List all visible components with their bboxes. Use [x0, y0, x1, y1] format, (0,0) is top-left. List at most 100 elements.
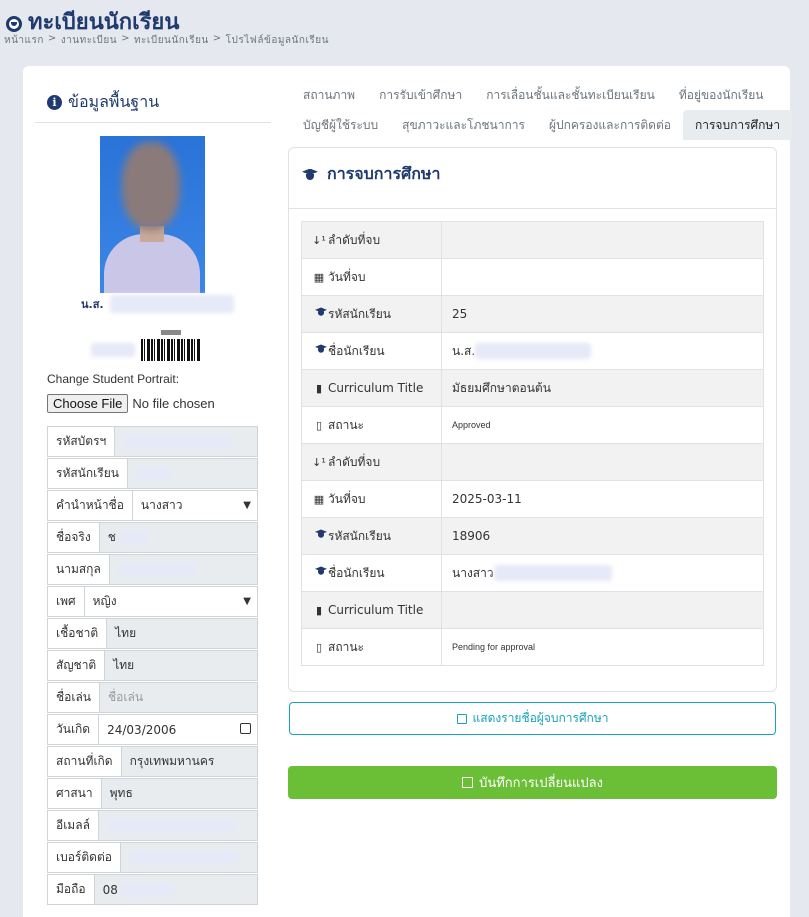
- redacted-value: [123, 434, 234, 449]
- user-icon: [6, 15, 22, 32]
- calendar-icon[interactable]: [240, 723, 251, 734]
- table-row: ↓¹ ลำดับที่จบ: [301, 443, 764, 481]
- student-id-input[interactable]: [126, 458, 258, 489]
- row-key: ▦ วันที่จบ: [301, 480, 442, 518]
- table-row: ↓¹ ลำดับที่จบ: [301, 221, 764, 259]
- show-graduates-button[interactable]: แสดงรายชื่อผู้จบการศึกษา: [289, 702, 776, 735]
- breadcrumb-registration[interactable]: งานทะเบียน: [61, 33, 117, 48]
- tab-guardians[interactable]: ผู้ปกครองและการติดต่อ: [537, 110, 683, 140]
- gender-select[interactable]: หญิง ▼: [83, 586, 258, 617]
- input-value: ไทย: [113, 658, 135, 672]
- table-row: รหัสนักเรียน 25: [301, 295, 764, 333]
- row-key: ชื่อนักเรียน: [301, 332, 442, 370]
- field-nationality: สัญชาติ ไทย: [47, 650, 258, 682]
- religion-input[interactable]: พุทธ: [100, 778, 258, 809]
- status-value: Approved: [441, 406, 764, 444]
- redacted-value: [117, 562, 196, 577]
- input-value: ไทย: [115, 626, 137, 640]
- chevron-down-icon: ▼: [243, 500, 251, 511]
- breadcrumb: หน้าแรก > งานทะเบียน > ทะเบียนนักเรียน >…: [4, 33, 329, 48]
- field-religion: ศาสนา พุทธ: [47, 778, 258, 810]
- last-name-input[interactable]: [108, 554, 258, 585]
- table-row: ชื่อนักเรียน น.ส.: [301, 332, 764, 370]
- ethnicity-input[interactable]: ไทย: [106, 618, 258, 649]
- key-label: ลำดับที่จบ: [328, 232, 381, 247]
- breadcrumb-students[interactable]: ทะเบียนนักเรียน: [134, 33, 209, 48]
- redacted-value: [117, 530, 148, 545]
- row-key: ▯ สถานะ: [301, 628, 442, 666]
- email-input[interactable]: [97, 810, 258, 841]
- field-label: นามสกุล: [47, 554, 109, 585]
- save-button[interactable]: บันทึกการเปลี่ยนแปลง: [288, 766, 777, 799]
- row-key: ▦ วันที่จบ: [301, 258, 442, 296]
- portrait-file-input[interactable]: Choose File No file chosen: [47, 394, 215, 413]
- breadcrumb-separator: >: [212, 33, 222, 44]
- divider: [35, 122, 271, 123]
- graduation-cap-icon: [301, 169, 319, 181]
- field-title-prefix: คำนำหน้าชื่อ นางสาว ▼: [47, 490, 258, 522]
- first-name-input[interactable]: ช: [98, 522, 258, 553]
- row-value: [441, 591, 764, 629]
- portrait-face-blurred: [122, 142, 180, 230]
- barcode-image: [141, 339, 201, 361]
- birthplace-input[interactable]: กรุงเทพมหานคร: [120, 746, 258, 777]
- mobile-input[interactable]: 08: [93, 874, 258, 905]
- divider: [289, 208, 776, 209]
- row-key: รหัสนักเรียน: [301, 295, 442, 333]
- field-birthdate: วันเกิด 24/03/2006: [47, 714, 258, 746]
- tab-user-account[interactable]: บัญชีผู้ใช้ระบบ: [291, 110, 390, 140]
- graduation-title: การจบการศึกษา: [327, 164, 441, 183]
- row-value: 2025-03-11: [441, 480, 764, 518]
- field-label: เพศ: [47, 586, 84, 617]
- phone-input[interactable]: [119, 842, 258, 873]
- graduation-cap-icon: [312, 306, 326, 321]
- tab-row: บัญชีผู้ใช้ระบบ สุขภาวะและโภชนาการ ผู้ปก…: [291, 110, 793, 140]
- key-label: ชื่อนักเรียน: [328, 343, 385, 358]
- choose-file-button[interactable]: Choose File: [47, 394, 129, 413]
- title-prefix-select[interactable]: นางสาว ▼: [131, 490, 258, 521]
- tab-admission[interactable]: การรับเข้าศึกษา: [367, 80, 474, 110]
- key-label: Curriculum Title: [328, 603, 424, 617]
- row-key: ▯ สถานะ: [301, 406, 442, 444]
- row-key: ชื่อนักเรียน: [301, 554, 442, 592]
- field-mobile: มือถือ 08: [47, 874, 258, 906]
- field-label: มือถือ: [47, 874, 94, 905]
- field-label: เชื้อชาติ: [47, 618, 107, 649]
- portrait-shirt: [104, 234, 200, 293]
- table-row: ▮ Curriculum Title มัธยมศึกษาตอนต้น: [301, 369, 764, 407]
- row-value: [441, 221, 764, 259]
- key-label: ชื่อนักเรียน: [328, 565, 385, 580]
- graduation-panel: การจบการศึกษา ↓¹ ลำดับที่จบ ▦ วันที่จบ รหั…: [288, 147, 777, 692]
- field-last-name: นามสกุล: [47, 554, 258, 586]
- field-gender: เพศ หญิง ▼: [47, 586, 258, 618]
- button-label: บันทึกการเปลี่ยนแปลง: [479, 776, 603, 791]
- input-value: 24/03/2006: [107, 722, 177, 737]
- row-value: มัธยมศึกษาตอนต้น: [441, 369, 764, 407]
- sort-numeric-icon: ↓¹: [312, 455, 326, 469]
- id-card-input[interactable]: [114, 426, 258, 457]
- field-ethnicity: เชื้อชาติ ไทย: [47, 618, 258, 650]
- breadcrumb-home[interactable]: หน้าแรก: [4, 33, 44, 48]
- save-icon: [462, 777, 474, 788]
- portrait-upload-label: Change Student Portrait:: [47, 372, 180, 386]
- nickname-input[interactable]: ชื่อเล่น: [99, 682, 258, 713]
- tab-promotion[interactable]: การเลื่อนชั้นและชั้นทะเบียนเรียน: [474, 80, 667, 110]
- chevron-down-icon: ▼: [243, 596, 251, 607]
- nationality-input[interactable]: ไทย: [104, 650, 258, 681]
- field-label: ชื่อเล่น: [47, 682, 100, 713]
- external-link-icon: [456, 713, 467, 724]
- row-key: รหัสนักเรียน: [301, 517, 442, 555]
- tab-status[interactable]: สถานภาพ: [291, 80, 367, 110]
- birthdate-input[interactable]: 24/03/2006: [98, 714, 258, 745]
- tab-graduation[interactable]: การจบการศึกษา: [682, 110, 793, 140]
- tab-address[interactable]: ที่อยู่ของนักเรียน: [667, 80, 776, 110]
- redacted-value: [493, 565, 612, 581]
- tab-health[interactable]: สุขภาวะและโภชนาการ: [390, 110, 537, 140]
- input-value: กรุงเทพมหานคร: [129, 754, 215, 768]
- breadcrumb-separator: >: [121, 33, 130, 44]
- name-prefix: น.ส.: [81, 298, 104, 311]
- field-label: รหัสนักเรียน: [47, 458, 127, 489]
- field-email: อีเมลล์: [47, 810, 258, 842]
- field-student-id: รหัสนักเรียน: [47, 458, 258, 490]
- table-row: ▯ สถานะ Pending for approval: [301, 628, 764, 666]
